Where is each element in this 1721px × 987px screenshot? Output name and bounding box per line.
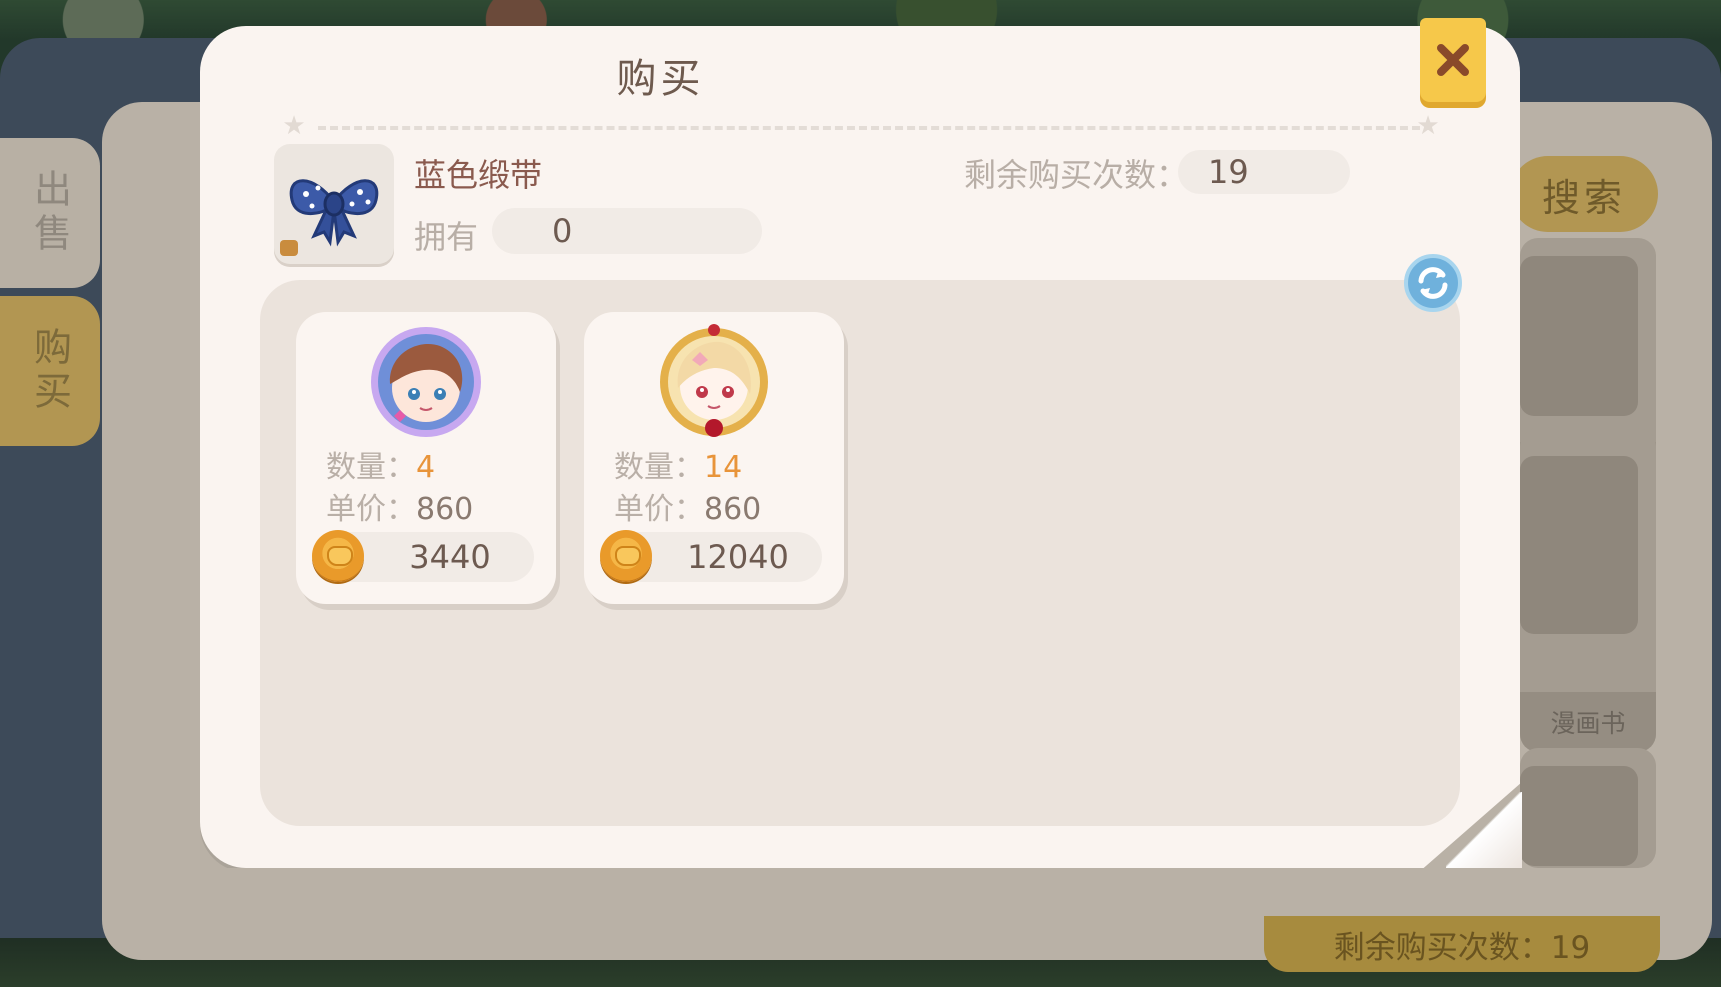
close-icon bbox=[1437, 44, 1469, 76]
star-icon: ★ bbox=[1416, 111, 1440, 141]
owned-label: 拥有 bbox=[414, 218, 479, 256]
listing-card[interactable]: 数量：4 单价：860 3440 bbox=[296, 312, 556, 604]
tab-sell[interactable]: 出售 bbox=[0, 138, 100, 288]
item-thumbnail bbox=[274, 144, 394, 264]
unit-price-value: 860 bbox=[416, 492, 474, 527]
close-button[interactable] bbox=[1420, 18, 1486, 102]
quantity-row: 数量：14 bbox=[614, 450, 743, 485]
refresh-icon bbox=[1418, 267, 1448, 299]
title-divider bbox=[318, 126, 1432, 130]
quantity-value: 4 bbox=[416, 450, 436, 485]
remaining-purchases-label: 剩余购买次数： bbox=[964, 156, 1189, 194]
page-curl-decoration bbox=[1446, 792, 1522, 868]
knife-icon bbox=[1520, 766, 1638, 866]
bg-item-label: 漫画书 bbox=[1520, 692, 1656, 752]
total-price: 12040 bbox=[687, 538, 789, 576]
refresh-button[interactable] bbox=[1404, 254, 1462, 312]
item-name: 蓝色缎带 bbox=[414, 156, 543, 194]
unit-price-value: 860 bbox=[704, 492, 762, 527]
listing-card[interactable]: 数量：14 单价：860 12040 bbox=[584, 312, 844, 604]
rarity-badge bbox=[280, 240, 298, 256]
search-button[interactable]: 搜索 bbox=[1510, 156, 1658, 232]
bg-item-card-knife[interactable] bbox=[1520, 748, 1656, 868]
remaining-purchases-count: 19 bbox=[1178, 150, 1350, 194]
quantity-value: 14 bbox=[704, 450, 743, 485]
star-icon: ★ bbox=[282, 111, 306, 141]
sugar-icon bbox=[1520, 256, 1638, 416]
total-price: 3440 bbox=[409, 538, 491, 576]
blonde-girl-gold-frame-avatar bbox=[660, 324, 768, 437]
comic-book-icon bbox=[1520, 456, 1638, 634]
tab-buy[interactable]: 购买 bbox=[0, 296, 100, 446]
bg-item-card-comic[interactable]: 漫画书 bbox=[1520, 428, 1656, 752]
quantity-row: 数量：4 bbox=[326, 450, 436, 485]
brown-hair-girl-avatar bbox=[371, 327, 481, 437]
unit-price-row: 单价：860 bbox=[614, 492, 762, 527]
dialog-title: 购买 bbox=[616, 56, 705, 102]
coin-icon bbox=[600, 530, 652, 582]
unit-price-row: 单价：860 bbox=[326, 492, 474, 527]
owned-count: 0 bbox=[492, 208, 762, 254]
coin-icon bbox=[312, 530, 364, 582]
bg-remaining-purchases: 剩余购买次数：19 bbox=[1264, 916, 1660, 972]
